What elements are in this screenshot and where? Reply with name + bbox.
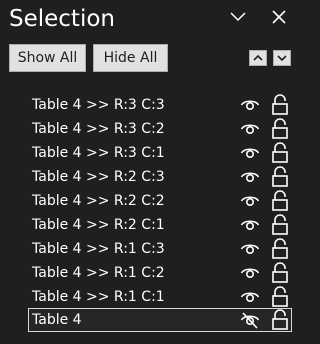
list-item[interactable]: Table 4 >> R:2 C:3 <box>28 165 292 189</box>
eye-icon[interactable] <box>240 119 260 139</box>
list-item[interactable]: Table 4 >> R:1 C:1 <box>28 285 292 309</box>
eye-icon[interactable] <box>240 239 260 259</box>
eye-hidden-icon[interactable] <box>240 310 260 330</box>
list-item[interactable]: Table 4 >> R:1 C:2 <box>28 261 292 285</box>
hide-all-button[interactable]: Hide All <box>93 44 168 72</box>
item-label: Table 4 >> R:2 C:2 <box>32 193 165 209</box>
unlocked-icon[interactable] <box>271 214 289 236</box>
list-item[interactable]: Table 4 >> R:2 C:1 <box>28 213 292 237</box>
pane-header: Selection <box>0 0 302 40</box>
list-item[interactable]: Table 4 >> R:1 C:3 <box>28 237 292 261</box>
bring-forward-button[interactable] <box>249 50 267 66</box>
eye-icon[interactable] <box>240 215 260 235</box>
unlocked-icon[interactable] <box>271 309 289 331</box>
unlocked-icon[interactable] <box>271 94 289 116</box>
unlocked-icon[interactable] <box>271 190 289 212</box>
unlocked-icon[interactable] <box>271 166 289 188</box>
chevron-down-icon <box>277 55 287 62</box>
eye-icon[interactable] <box>240 95 260 115</box>
item-label: Table 4 >> R:3 C:1 <box>32 145 165 161</box>
eye-icon[interactable] <box>240 191 260 211</box>
chevron-up-icon <box>253 54 263 61</box>
unlocked-icon[interactable] <box>271 118 289 140</box>
eye-icon[interactable] <box>240 143 260 163</box>
pane-title: Selection <box>9 6 115 32</box>
item-label: Table 4 >> R:1 C:1 <box>32 289 165 305</box>
close-icon[interactable] <box>270 8 288 26</box>
list-item-selected[interactable]: Table 4 <box>28 308 292 332</box>
item-label: Table 4 <box>32 312 82 328</box>
unlocked-icon[interactable] <box>271 262 289 284</box>
list-item[interactable]: Table 4 >> R:2 C:2 <box>28 189 292 213</box>
item-label: Table 4 >> R:1 C:2 <box>32 265 165 281</box>
item-label: Table 4 >> R:3 C:3 <box>32 97 165 113</box>
item-label: Table 4 >> R:3 C:2 <box>32 121 165 137</box>
eye-icon[interactable] <box>240 263 260 283</box>
item-label: Table 4 >> R:1 C:3 <box>32 241 165 257</box>
unlocked-icon[interactable] <box>271 238 289 260</box>
chevron-down-icon[interactable] <box>229 8 247 26</box>
eye-icon[interactable] <box>240 167 260 187</box>
unlocked-icon[interactable] <box>271 286 289 308</box>
list-item[interactable]: Table 4 >> R:3 C:1 <box>28 141 292 165</box>
item-label: Table 4 >> R:2 C:1 <box>32 217 165 233</box>
show-all-button[interactable]: Show All <box>9 44 86 72</box>
eye-icon[interactable] <box>240 287 260 307</box>
list-item[interactable]: Table 4 >> R:3 C:3 <box>28 93 292 117</box>
send-backward-button[interactable] <box>273 50 291 66</box>
list-item[interactable]: Table 4 >> R:3 C:2 <box>28 117 292 141</box>
item-label: Table 4 >> R:2 C:3 <box>32 169 165 185</box>
unlocked-icon[interactable] <box>271 142 289 164</box>
